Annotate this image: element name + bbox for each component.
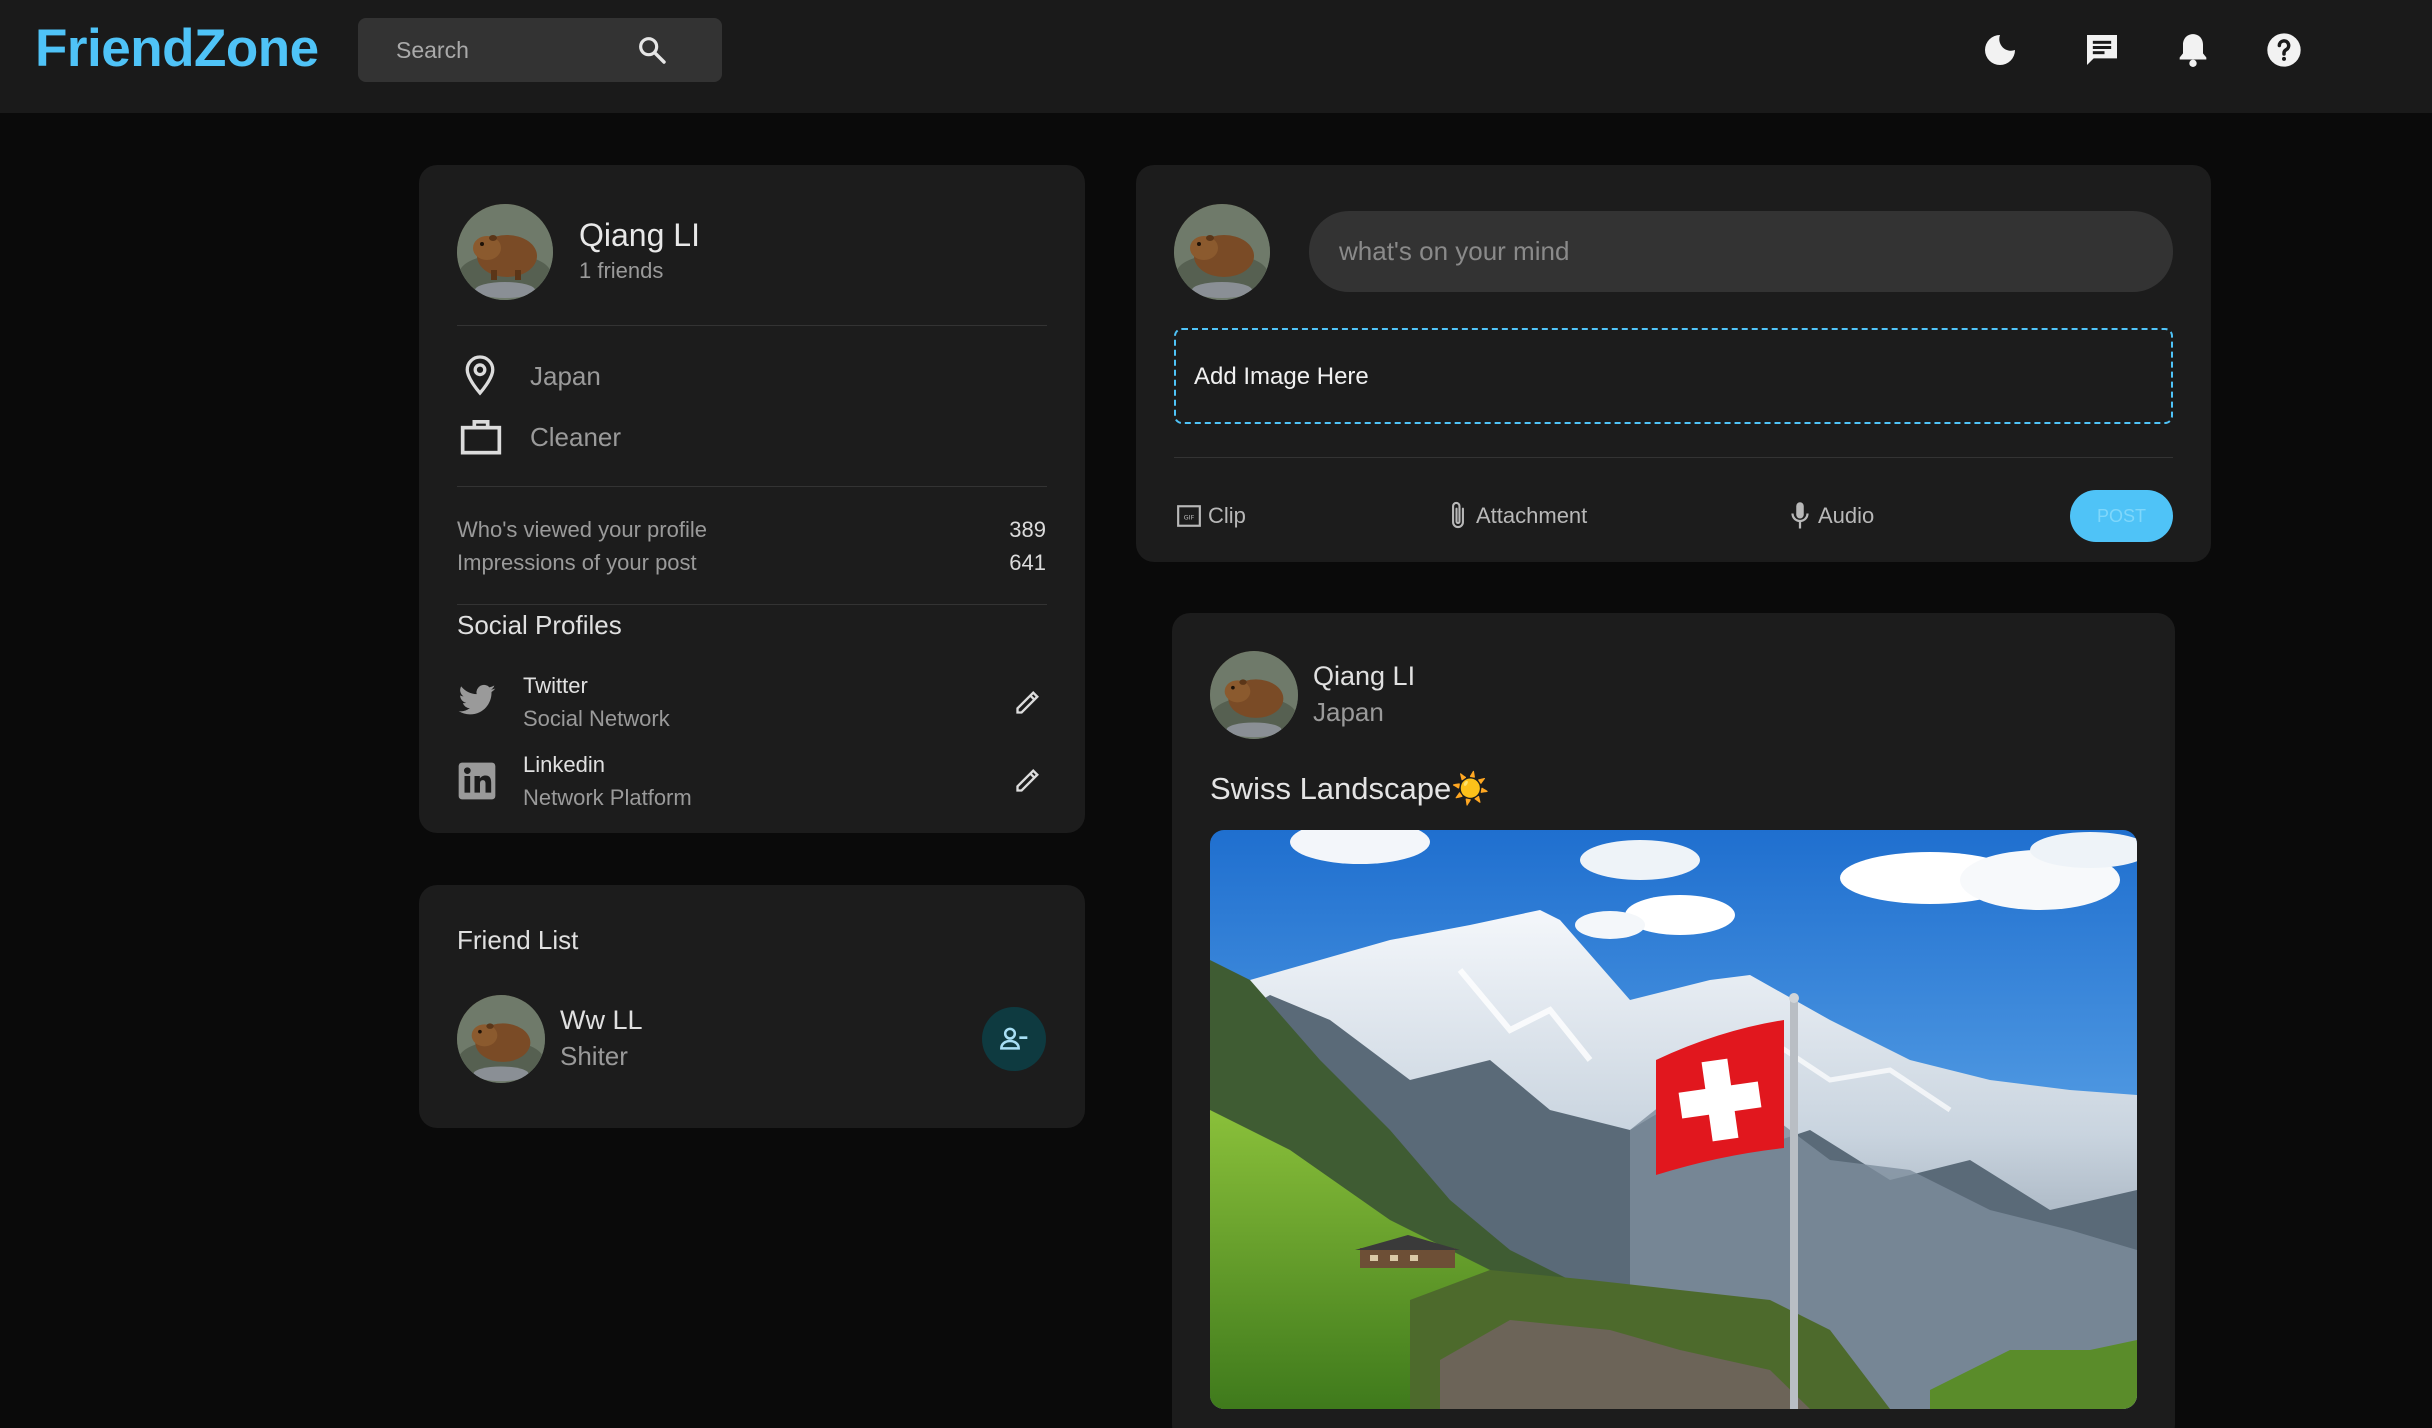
friend-name[interactable]: Ww LL xyxy=(560,1005,643,1036)
message-icon[interactable] xyxy=(2082,30,2122,70)
friend-occupation: Shiter xyxy=(560,1041,628,1071)
app-logo[interactable]: FriendZone xyxy=(35,14,319,84)
audio-button[interactable]: Audio xyxy=(1788,497,1874,535)
attachment-icon xyxy=(1452,501,1464,529)
gif-icon: GIF xyxy=(1177,505,1201,527)
post-author-location: Japan xyxy=(1313,697,1384,727)
work-icon xyxy=(460,420,502,455)
social-linkedin-sub: Network Platform xyxy=(523,785,692,810)
divider xyxy=(457,325,1047,326)
social-twitter-name[interactable]: Twitter xyxy=(523,673,588,699)
divider xyxy=(1174,457,2173,458)
search-input[interactable] xyxy=(396,18,656,82)
capybara-avatar-image xyxy=(1174,204,1270,300)
profile-friends-count: 1 friends xyxy=(579,258,664,283)
audio-label: Audio xyxy=(1818,503,1875,528)
post-button[interactable]: POST xyxy=(2070,490,2173,542)
stat-value-profile-views: 389 xyxy=(1009,517,1046,542)
profile-location: Japan xyxy=(530,361,601,391)
dark-mode-icon[interactable] xyxy=(1980,30,2020,70)
profile-name[interactable]: Qiang LI xyxy=(579,217,700,254)
notifications-icon[interactable] xyxy=(2173,30,2213,70)
friend-avatar[interactable] xyxy=(457,995,545,1083)
top-navbar: FriendZone xyxy=(0,0,2432,113)
friend-list-title: Friend List xyxy=(457,925,579,955)
post-image[interactable] xyxy=(1210,830,2137,1409)
linkedin-icon xyxy=(458,762,496,800)
avatar[interactable] xyxy=(457,204,553,300)
post-input[interactable] xyxy=(1309,211,2173,292)
stat-label-impressions: Impressions of your post xyxy=(457,550,697,575)
divider xyxy=(457,486,1047,487)
dropzone-label: Add Image Here xyxy=(1194,363,1369,390)
help-icon[interactable] xyxy=(2264,30,2304,70)
stat-label-profile-views: Who's viewed your profile xyxy=(457,517,707,542)
composer-avatar xyxy=(1174,204,1270,300)
post-author-name[interactable]: Qiang LI xyxy=(1313,661,1415,692)
post-caption: Swiss Landscape☀️ xyxy=(1210,771,1490,806)
edit-twitter-icon[interactable] xyxy=(1014,688,1042,716)
capybara-avatar-image xyxy=(1210,651,1298,739)
image-dropzone[interactable]: Add Image Here xyxy=(1174,328,2173,424)
search-icon[interactable] xyxy=(636,34,668,66)
stat-value-impressions: 641 xyxy=(1009,550,1046,575)
svg-text:GIF: GIF xyxy=(1184,513,1195,521)
location-icon xyxy=(465,355,495,396)
capybara-avatar-image xyxy=(457,204,553,300)
social-twitter-sub: Social Network xyxy=(523,706,670,731)
capybara-avatar-image xyxy=(457,995,545,1083)
clip-label: Clip xyxy=(1208,503,1246,528)
social-profiles-title: Social Profiles xyxy=(457,610,622,640)
social-linkedin-name[interactable]: Linkedin xyxy=(523,752,605,778)
attachment-label: Attachment xyxy=(1476,503,1588,528)
twitter-icon xyxy=(458,684,496,715)
clip-button[interactable]: GIF Clip xyxy=(1176,497,1246,535)
post-author-avatar[interactable] xyxy=(1210,651,1298,739)
attachment-button[interactable]: Attachment xyxy=(1446,497,1587,535)
remove-person-icon xyxy=(1000,1027,1028,1050)
microphone-icon xyxy=(1791,502,1809,529)
remove-friend-button[interactable] xyxy=(982,1007,1046,1071)
swiss-landscape-photo xyxy=(1210,830,2137,1409)
edit-linkedin-icon[interactable] xyxy=(1014,766,1042,794)
profile-occupation: Cleaner xyxy=(530,422,622,452)
divider xyxy=(457,604,1047,605)
